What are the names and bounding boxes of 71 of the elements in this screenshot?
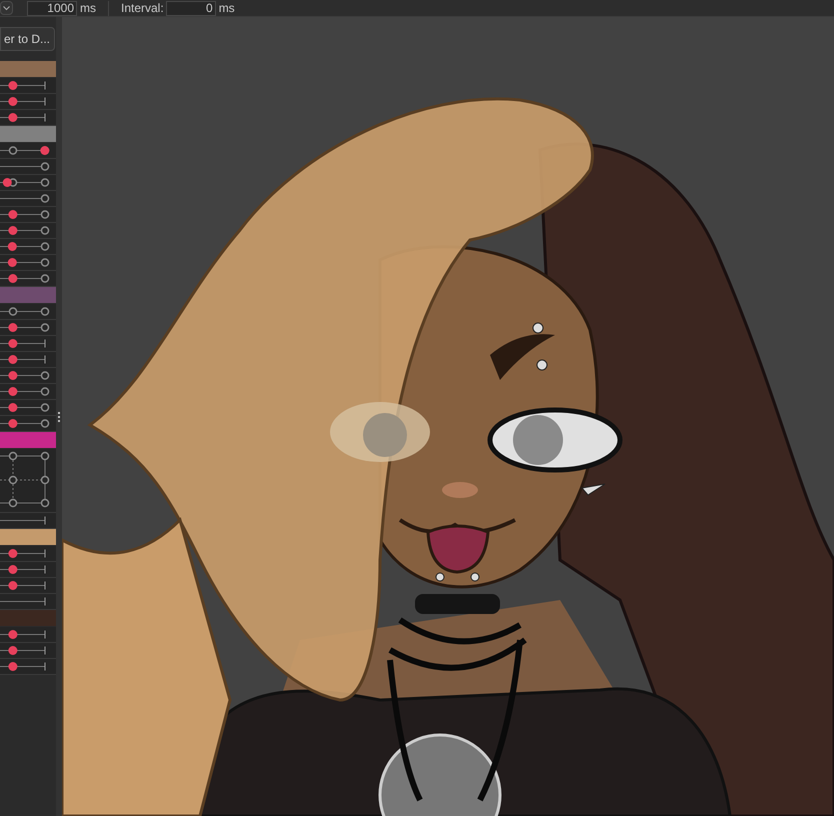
group-header[interactable]: [0, 126, 56, 143]
parameter-track[interactable]: [0, 320, 56, 336]
parameter-track[interactable]: [0, 659, 56, 675]
keyframe-ring-icon: [8, 498, 18, 508]
value-handle[interactable]: [8, 210, 18, 219]
parameter-track[interactable]: [0, 207, 56, 223]
parameter-track[interactable]: [0, 94, 56, 110]
keyframe-ring-icon: [8, 476, 18, 484]
parameter-track[interactable]: [0, 336, 56, 352]
value-handle[interactable]: [40, 146, 50, 155]
value-handle[interactable]: [8, 403, 18, 412]
keyframe-ring-icon: [8, 146, 18, 155]
keyframe-ring-icon: [40, 476, 50, 484]
unit-label: ms: [218, 2, 235, 14]
value-handle[interactable]: [8, 274, 18, 283]
keyframe-ring-icon: [8, 307, 18, 316]
group-header[interactable]: [0, 529, 56, 546]
parameter-track[interactable]: [0, 416, 56, 432]
value-handle[interactable]: [8, 630, 18, 639]
parameter-track[interactable]: [0, 562, 56, 578]
parameter-track[interactable]: [0, 239, 56, 255]
interval-field[interactable]: 0: [166, 0, 216, 16]
parameter-track[interactable]: [0, 627, 56, 643]
parameter-track[interactable]: [0, 352, 56, 368]
value-handle[interactable]: [8, 581, 18, 590]
parameter-track[interactable]: [0, 175, 56, 191]
value-handle[interactable]: [8, 646, 18, 655]
parameter-track[interactable]: [0, 643, 56, 659]
parameter-track[interactable]: [0, 110, 56, 126]
parameter-track[interactable]: [0, 223, 56, 239]
parameter-track[interactable]: [0, 304, 56, 320]
value-handle[interactable]: [8, 549, 18, 558]
keyframe-ring-icon: [40, 498, 50, 508]
value-handle[interactable]: [8, 662, 18, 671]
panel-button[interactable]: er to D...: [0, 27, 55, 51]
keyframe-ring-icon: [8, 452, 18, 460]
parameter-track[interactable]: [0, 159, 56, 175]
parameter-track[interactable]: [0, 513, 56, 529]
value-handle[interactable]: [8, 371, 18, 380]
duration-field[interactable]: 1000: [27, 0, 77, 16]
parameter-track[interactable]: [0, 271, 56, 287]
value-handle[interactable]: [8, 339, 18, 348]
parameter-track[interactable]: [0, 143, 56, 159]
parameter-track[interactable]: [0, 255, 56, 271]
parameter-track[interactable]: [0, 368, 56, 384]
group-header[interactable]: [0, 61, 56, 78]
parameter-track[interactable]: [0, 578, 56, 594]
parameter-track[interactable]: [0, 191, 56, 207]
parameter-track[interactable]: [0, 384, 56, 400]
value-handle[interactable]: [8, 113, 18, 122]
value-handle[interactable]: [8, 97, 18, 106]
unit-label: ms: [80, 2, 96, 14]
value-handle[interactable]: [8, 387, 18, 396]
value-handle[interactable]: [8, 258, 17, 267]
value-handle[interactable]: [2, 178, 12, 187]
value-handle[interactable]: [8, 323, 18, 332]
dropdown-button[interactable]: [0, 1, 13, 15]
value-handle[interactable]: [8, 226, 18, 235]
interval-label: Interval:: [121, 2, 164, 14]
group-header[interactable]: [0, 432, 56, 449]
parameter-track[interactable]: [0, 400, 56, 416]
value-handle[interactable]: [8, 565, 18, 574]
parameter-track[interactable]: [0, 594, 56, 610]
value-handle[interactable]: [8, 419, 18, 428]
parameter-track[interactable]: [0, 78, 56, 94]
value-handle[interactable]: [8, 355, 18, 364]
value-handle[interactable]: [8, 242, 17, 251]
parameter-track[interactable]: [0, 546, 56, 562]
chevron-down-icon: [3, 6, 10, 10]
keyframe-ring-icon: [40, 452, 50, 460]
value-handle[interactable]: [8, 81, 18, 90]
